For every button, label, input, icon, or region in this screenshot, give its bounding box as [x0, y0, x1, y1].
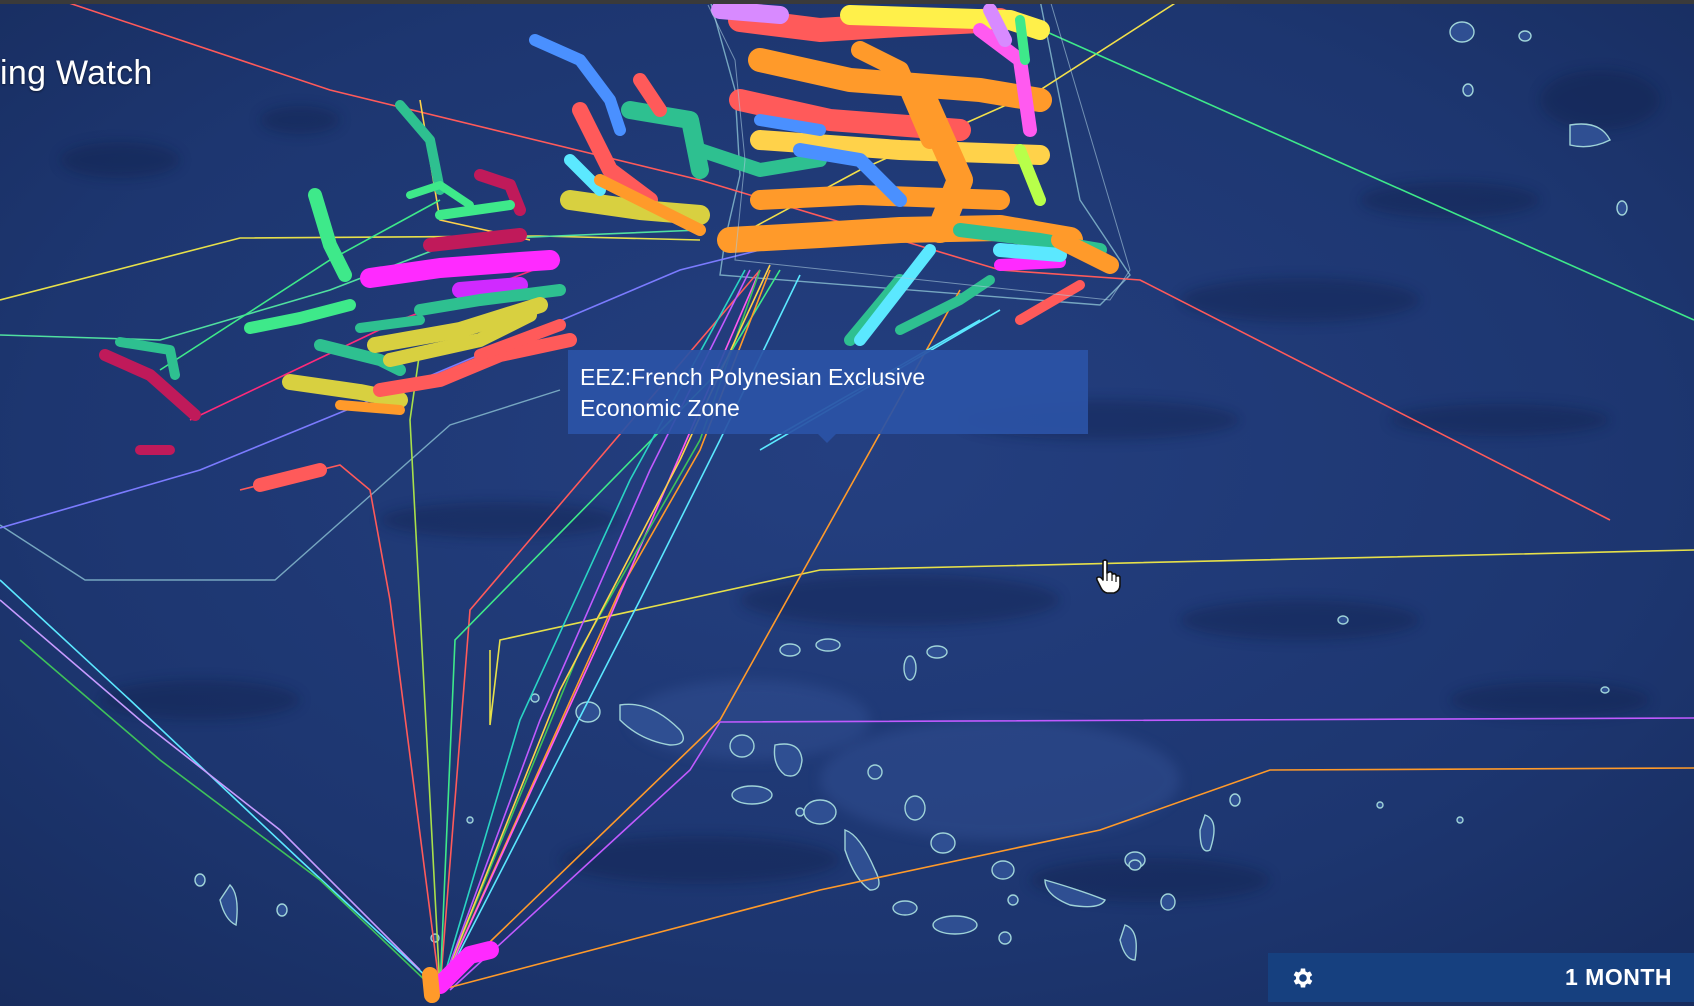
app-title: ing Watch — [0, 54, 153, 92]
tooltip-line-2: Economic Zone — [580, 395, 740, 421]
window-top-bar — [0, 0, 1694, 4]
tooltip-arrow — [818, 434, 836, 443]
map-canvas[interactable] — [0, 0, 1694, 1006]
gear-icon[interactable] — [1290, 965, 1316, 991]
time-range-bar: 1 MONTH — [1268, 953, 1694, 1002]
time-range-label[interactable]: 1 MONTH — [1330, 964, 1672, 991]
eez-tooltip: EEZ:French Polynesian Exclusive Economic… — [568, 350, 1088, 434]
hand-cursor-icon — [1095, 559, 1121, 594]
tooltip-line-1: EEZ:French Polynesian Exclusive — [580, 364, 926, 390]
